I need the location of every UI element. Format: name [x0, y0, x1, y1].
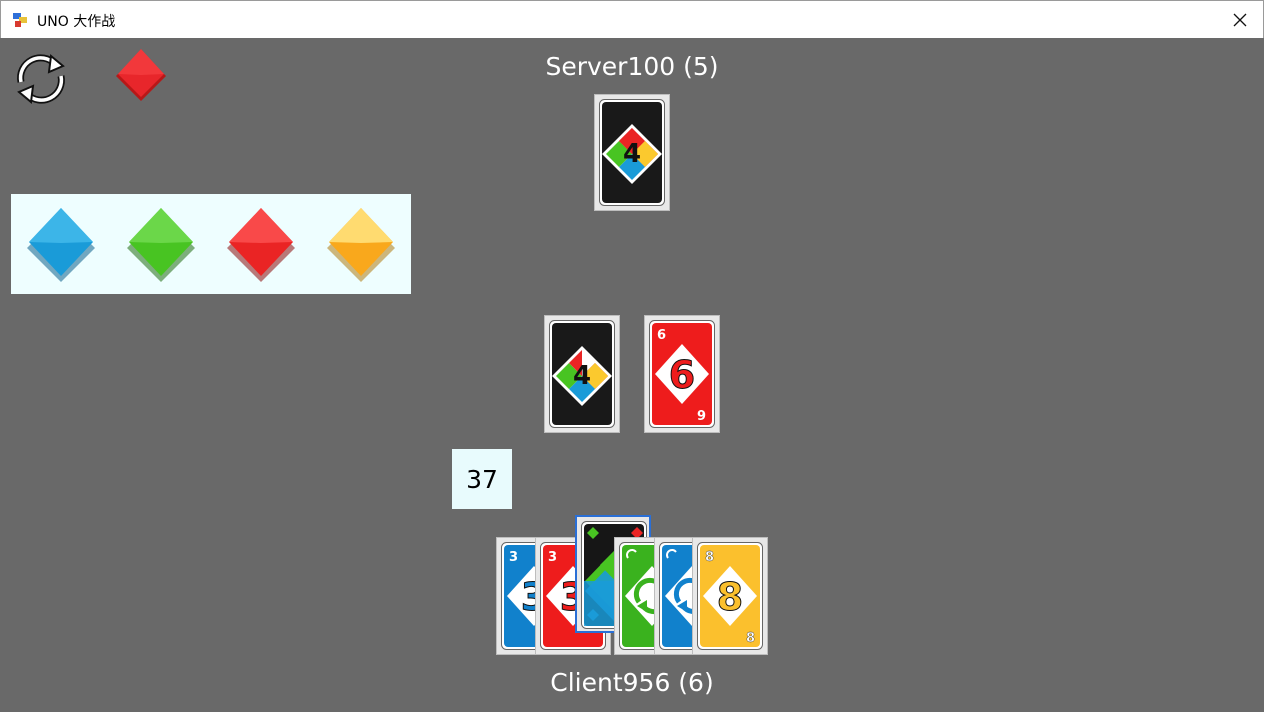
svg-text:8: 8 [705, 550, 714, 565]
svg-text:8: 8 [717, 575, 743, 619]
direction-rotate-icon[interactable] [11, 50, 71, 108]
wild-draw-four-card: 4 [549, 320, 615, 428]
draw-pile-card[interactable]: 4 [544, 315, 620, 433]
svg-text:3: 3 [509, 550, 518, 565]
game-board: Server100 (5) 4 4 6 6 6 37 3 3 3 3 8 8 8… [0, 38, 1264, 712]
opponent-card: 4 [594, 94, 670, 211]
wild-draw-four-card: 4 [599, 99, 665, 206]
title-bar: UNO 大作战 [0, 0, 1264, 38]
deck-remaining-counter: 37 [452, 449, 512, 509]
svg-text:4: 4 [573, 361, 591, 391]
hand-card-yellow-8[interactable]: 8 8 8 [692, 537, 768, 655]
yellow-eight-card: 8 8 8 [697, 542, 763, 650]
current-color-indicator [116, 49, 166, 101]
color-picker-panel [11, 194, 411, 294]
red-six-card: 6 6 6 [649, 320, 715, 428]
svg-text:8: 8 [746, 631, 755, 646]
color-blue-button[interactable] [21, 202, 101, 286]
discard-pile-card: 6 6 6 [644, 315, 720, 433]
svg-text:6: 6 [697, 406, 706, 421]
opponent-name: Server100 (5) [545, 52, 719, 81]
player-name: Client956 (6) [550, 668, 714, 697]
color-yellow-button[interactable] [321, 202, 401, 286]
close-button[interactable] [1217, 1, 1263, 38]
close-icon [1233, 13, 1247, 26]
svg-text:3: 3 [548, 550, 557, 565]
app-icon [13, 13, 27, 27]
color-red-button[interactable] [221, 202, 301, 286]
svg-text:6: 6 [657, 328, 666, 343]
svg-text:6: 6 [669, 353, 695, 397]
window-title: UNO 大作战 [37, 14, 116, 30]
svg-text:4: 4 [623, 139, 641, 169]
color-green-button[interactable] [121, 202, 201, 286]
